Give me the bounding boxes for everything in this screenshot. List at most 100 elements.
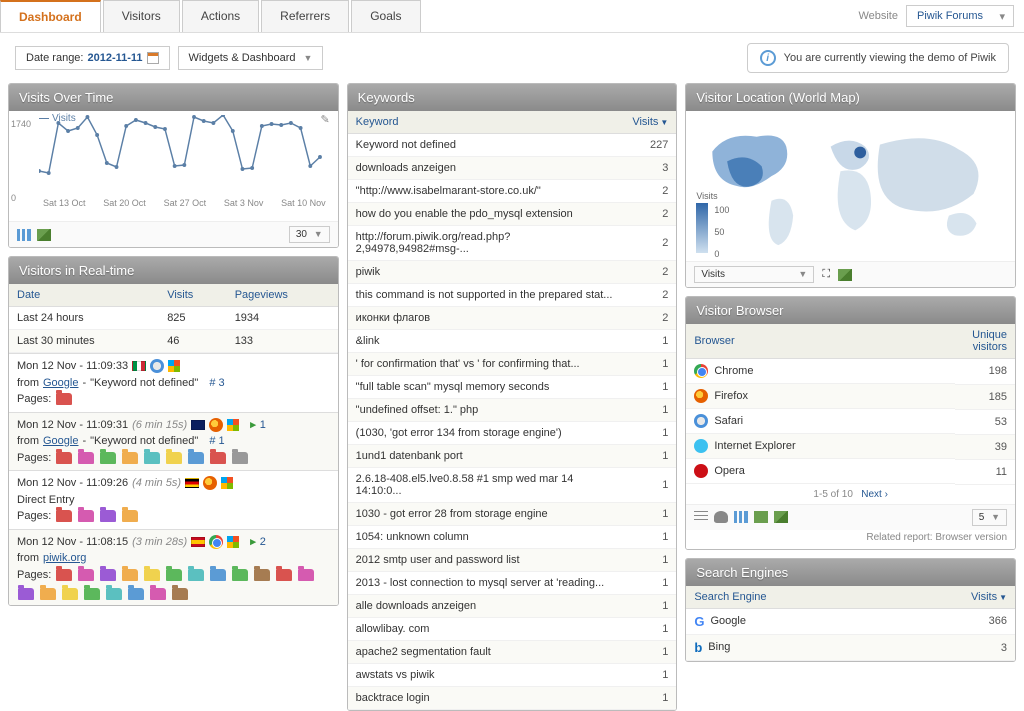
keyword-cell[interactable]: иконки флагов: [348, 307, 625, 330]
keyword-cell[interactable]: allowlibay. com: [348, 618, 625, 641]
row-limit-selector[interactable]: 5 ▼: [972, 509, 1007, 526]
keyword-cell[interactable]: http://forum.piwik.org/read.php?2,94978,…: [348, 226, 625, 261]
page-icon[interactable]: [56, 569, 72, 581]
keyword-cell[interactable]: 1030 - got error 28 from storage engine: [348, 503, 625, 526]
page-icon[interactable]: [232, 452, 248, 464]
date-range-selector[interactable]: Date range: 2012-11-11: [15, 46, 170, 70]
keyword-cell[interactable]: awstats vs piwik: [348, 664, 625, 687]
visit-entry[interactable]: Mon 12 Nov - 11:09:31 (6 min 15s) ▸ 1fro…: [9, 412, 338, 471]
keyword-cell[interactable]: &link: [348, 330, 625, 353]
col-visits[interactable]: Visits: [159, 284, 227, 307]
related-report-link[interactable]: Related report: Browser version: [686, 530, 1015, 549]
page-icon[interactable]: [150, 588, 166, 600]
page-icon[interactable]: [166, 452, 182, 464]
page-icon[interactable]: [298, 569, 314, 581]
referrer-link[interactable]: Google: [43, 433, 78, 450]
tab-actions[interactable]: Actions: [182, 0, 259, 32]
visits-chart[interactable]: Visits ✎ 1740 0 Sat 13 Oct Sat 20 Oct Sa…: [9, 111, 338, 221]
keyword-cell[interactable]: 1und1 datenbank port: [348, 445, 625, 468]
website-selector[interactable]: Piwik Forums: [906, 5, 1014, 27]
keyword-cell[interactable]: downloads anzeigen: [348, 157, 625, 180]
widget-title: Visitors in Real-time: [9, 257, 338, 284]
row-limit-selector[interactable]: 30 ▼: [289, 226, 330, 243]
keyword-cell[interactable]: 2.6.18-408.el5.lve0.8.58 #1 smp wed mar …: [348, 468, 625, 503]
page-icon[interactable]: [78, 452, 94, 464]
image-export-icon[interactable]: [838, 269, 852, 281]
cloud-view-icon[interactable]: [714, 511, 728, 523]
keyword-cell[interactable]: alle downloads anzeigen: [348, 595, 625, 618]
export-icon[interactable]: [754, 511, 768, 523]
page-icon[interactable]: [56, 452, 72, 464]
tab-dashboard[interactable]: Dashboard: [0, 0, 101, 32]
page-icon[interactable]: [166, 569, 182, 581]
keyword-cell[interactable]: apache2 segmentation fault: [348, 641, 625, 664]
page-icon[interactable]: [100, 569, 116, 581]
page-icon[interactable]: [144, 569, 160, 581]
col-keyword[interactable]: Keyword: [348, 111, 625, 134]
map-metric-selector[interactable]: Visits ▼: [694, 266, 814, 283]
keyword-cell[interactable]: 2012 smtp user and password list: [348, 549, 625, 572]
table-view-icon[interactable]: [694, 511, 708, 523]
keyword-cell[interactable]: Keyword not defined: [348, 134, 625, 157]
tab-referrers[interactable]: Referrers: [261, 0, 349, 32]
page-icon[interactable]: [188, 569, 204, 581]
page-icon[interactable]: [122, 510, 138, 522]
fullscreen-icon[interactable]: ⛶: [822, 268, 830, 281]
col-search-engine[interactable]: Search Engine: [686, 586, 893, 609]
keyword-cell[interactable]: how do you enable the pdo_mysql extensio…: [348, 203, 625, 226]
visit-entry[interactable]: Mon 12 Nov - 11:09:26 (4 min 5s) Direct …: [9, 470, 338, 529]
page-icon[interactable]: [122, 452, 138, 464]
page-icon[interactable]: [84, 588, 100, 600]
page-icon[interactable]: [144, 452, 160, 464]
page-icon[interactable]: [188, 452, 204, 464]
page-icon[interactable]: [56, 393, 72, 405]
page-icon[interactable]: [122, 569, 138, 581]
chart-view-icon[interactable]: [17, 229, 31, 241]
widgets-dashboard-menu[interactable]: Widgets & Dashboard▼: [178, 46, 324, 70]
visit-entry[interactable]: Mon 12 Nov - 11:09:33 from Google - "Key…: [9, 353, 338, 412]
col-unique-visitors[interactable]: Unique visitors: [955, 324, 1015, 359]
keyword-cell[interactable]: ' for confirmation that' vs ' for confir…: [348, 353, 625, 376]
referrer-link[interactable]: piwik.org: [43, 550, 86, 567]
page-icon[interactable]: [232, 569, 248, 581]
keyword-cell[interactable]: this command is not supported in the pre…: [348, 284, 625, 307]
visit-entry[interactable]: Mon 12 Nov - 11:08:15 (3 min 28s) ▸ 2fro…: [9, 529, 338, 606]
page-icon[interactable]: [276, 569, 292, 581]
next-page[interactable]: Next ›: [861, 489, 888, 500]
keyword-cell[interactable]: "http://www.isabelmarant-store.co.uk/": [348, 180, 625, 203]
keyword-cell[interactable]: "undefined offset: 1." php: [348, 399, 625, 422]
world-map[interactable]: Visits 100 50 0: [686, 111, 1015, 261]
image-export-icon[interactable]: [774, 511, 788, 523]
page-icon[interactable]: [128, 588, 144, 600]
col-visits[interactable]: Visits▼: [624, 111, 676, 134]
keyword-cell[interactable]: "full table scan" mysql memory seconds: [348, 376, 625, 399]
page-icon[interactable]: [100, 510, 116, 522]
col-visits[interactable]: Visits▼: [893, 586, 1015, 609]
page-icon[interactable]: [18, 588, 34, 600]
keyword-cell[interactable]: 2013 - lost connection to mysql server a…: [348, 572, 625, 595]
chart-view-icon[interactable]: [734, 511, 748, 523]
page-icon[interactable]: [78, 510, 94, 522]
col-pageviews[interactable]: Pageviews: [227, 284, 338, 307]
page-icon[interactable]: [254, 569, 270, 581]
keyword-cell[interactable]: backtrace login: [348, 687, 625, 710]
keyword-cell[interactable]: piwik: [348, 261, 625, 284]
keyword-cell[interactable]: 1054: unknown column: [348, 526, 625, 549]
page-icon[interactable]: [210, 569, 226, 581]
keyword-cell[interactable]: (1030, 'got error 134 from storage engin…: [348, 422, 625, 445]
page-icon[interactable]: [56, 510, 72, 522]
page-icon[interactable]: [40, 588, 56, 600]
page-icon[interactable]: [100, 452, 116, 464]
col-browser[interactable]: Browser: [686, 324, 955, 359]
page-icon[interactable]: [62, 588, 78, 600]
page-icon[interactable]: [106, 588, 122, 600]
referrer-link[interactable]: Google: [43, 375, 78, 392]
page-icon[interactable]: [78, 569, 94, 581]
chart-edit-icon[interactable]: ✎: [320, 113, 329, 126]
image-export-icon[interactable]: [37, 229, 51, 241]
tab-visitors[interactable]: Visitors: [103, 0, 180, 32]
page-icon[interactable]: [210, 452, 226, 464]
tab-goals[interactable]: Goals: [351, 0, 420, 32]
page-icon[interactable]: [172, 588, 188, 600]
col-date[interactable]: Date: [9, 284, 159, 307]
